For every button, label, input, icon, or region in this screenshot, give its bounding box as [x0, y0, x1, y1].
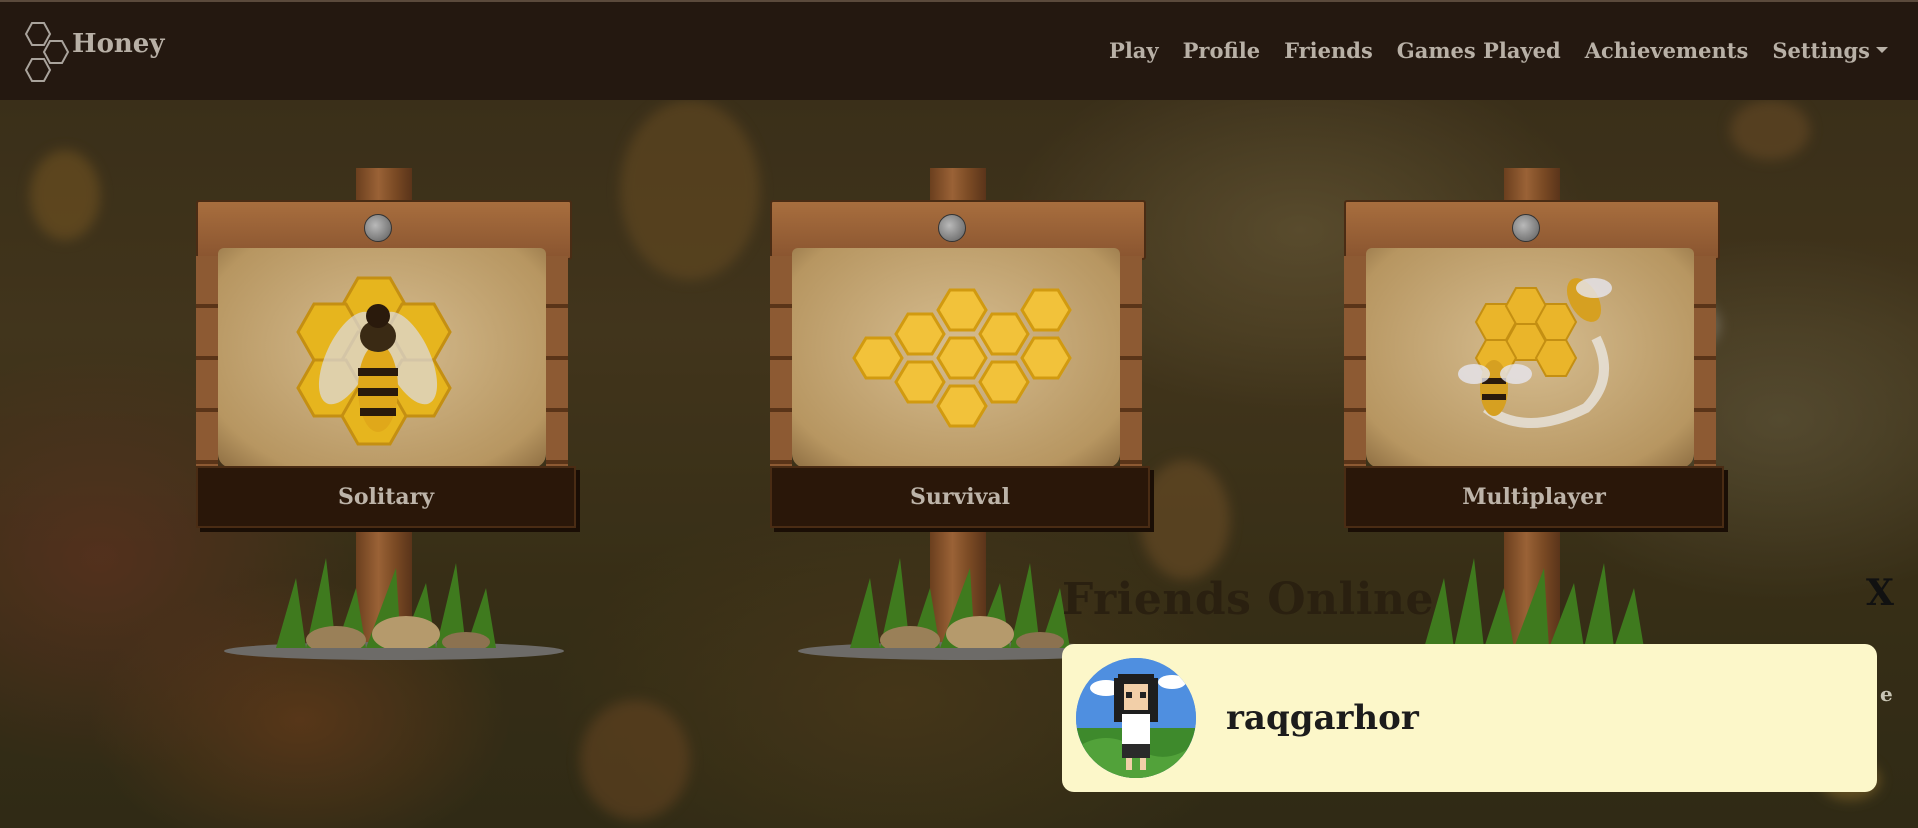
close-friends-panel-button[interactable]: X — [1866, 572, 1894, 614]
brand[interactable]: Honey — [16, 22, 164, 84]
honeycomb-logo-icon — [24, 22, 70, 82]
partial-hidden-text: e — [1880, 682, 1893, 706]
sign-label-plate[interactable]: Multiplayer — [1344, 466, 1724, 528]
mode-label: Survival — [909, 484, 1010, 510]
mode-sign-solitary[interactable]: Solitary — [196, 168, 576, 698]
sign-label-plate[interactable]: Solitary — [196, 466, 576, 528]
brand-name: Honey — [72, 29, 165, 59]
screw-icon — [938, 214, 966, 242]
friend-list-item[interactable]: raqgarhor — [1062, 644, 1877, 792]
nav-settings-label: Settings — [1772, 38, 1870, 63]
friends-online-title: Friends Online — [1062, 574, 1434, 625]
mode-label: Multiplayer — [1462, 484, 1606, 510]
screw-icon — [364, 214, 392, 242]
avatar — [1076, 658, 1196, 778]
bee-on-honeycomb-icon — [296, 276, 452, 446]
chevron-down-icon — [1876, 46, 1888, 53]
friend-username: raqgarhor — [1226, 698, 1419, 738]
pixel-avatar-icon — [1076, 658, 1196, 778]
grass-icon — [276, 558, 496, 648]
sign-side-plank — [196, 256, 218, 476]
nav-play[interactable]: Play — [1109, 38, 1159, 63]
screw-icon — [1512, 214, 1540, 242]
nav-friends[interactable]: Friends — [1284, 38, 1373, 63]
nav-achievements[interactable]: Achievements — [1585, 38, 1749, 63]
top-navbar: Honey Play Profile Friends Games Played … — [0, 0, 1918, 100]
sign-side-plank — [546, 256, 568, 476]
honeycomb-icon — [852, 288, 1072, 428]
main-nav: Play Profile Friends Games Played Achiev… — [1109, 38, 1888, 63]
nav-games-played[interactable]: Games Played — [1397, 38, 1561, 63]
nav-settings-dropdown[interactable]: Settings — [1772, 38, 1888, 63]
sign-label-plate[interactable]: Survival — [770, 466, 1150, 528]
sign-side-plank — [1344, 256, 1366, 476]
sign-side-plank — [770, 256, 792, 476]
nav-profile[interactable]: Profile — [1183, 38, 1260, 63]
sign-side-plank — [1694, 256, 1716, 476]
sign-side-plank — [1120, 256, 1142, 476]
grass-icon — [850, 558, 1070, 648]
two-bees-icon — [1458, 278, 1612, 428]
mode-label: Solitary — [337, 484, 435, 510]
grass-icon — [1424, 558, 1644, 648]
